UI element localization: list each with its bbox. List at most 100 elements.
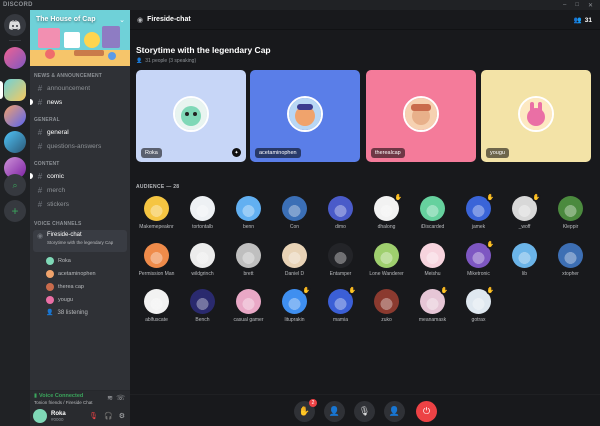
audience-member[interactable]: dimo bbox=[318, 196, 363, 238]
audience-member[interactable]: ✋ meanamask bbox=[410, 286, 455, 331]
audience-member[interactable]: tortontalb bbox=[180, 196, 225, 238]
raised-hand-icon: ✋ bbox=[486, 240, 495, 249]
audience-member-name: benn bbox=[242, 224, 255, 230]
channel-news[interactable]: # news bbox=[30, 96, 127, 108]
server-icon-house-of-cap[interactable] bbox=[4, 79, 26, 101]
audience-member[interactable]: ✋ jamek bbox=[456, 193, 501, 238]
server-icon-3[interactable] bbox=[4, 131, 26, 153]
channel-questions-answers[interactable]: # questions-answers bbox=[33, 140, 127, 152]
disconnect-icon[interactable]: ☏ bbox=[116, 394, 125, 402]
member-count[interactable]: 👥 31 bbox=[573, 16, 592, 25]
channel-comic[interactable]: # comic bbox=[30, 170, 127, 182]
audience-member[interactable]: Makemepeaknr bbox=[134, 196, 179, 238]
audience-member[interactable]: zuko bbox=[364, 289, 409, 331]
speaker-card[interactable]: yougu bbox=[481, 70, 591, 162]
voice-channel-path[interactable]: Tonion friends / Fireside Chat bbox=[34, 400, 93, 405]
audience-member[interactable]: Con bbox=[272, 196, 317, 238]
audience-member[interactable]: Bench bbox=[180, 289, 225, 331]
minimize-icon[interactable]: – bbox=[563, 2, 566, 9]
audience-member-name: Bench bbox=[195, 317, 210, 323]
audience-member[interactable]: xtopher bbox=[548, 243, 593, 285]
audience-member[interactable]: Daniel D bbox=[272, 243, 317, 285]
audience-member[interactable]: casual gamer bbox=[226, 289, 271, 331]
audience-member[interactable]: ✋ _woff bbox=[502, 193, 547, 238]
people-icon: 👤 bbox=[46, 310, 54, 316]
audience-member[interactable]: lib bbox=[502, 243, 547, 285]
audience-member[interactable]: ✋ Miketronic bbox=[456, 240, 501, 285]
audience-member-name: xtopher bbox=[562, 271, 579, 277]
voice-user[interactable]: acetaminophen bbox=[46, 268, 96, 279]
speaker-avatar bbox=[403, 96, 439, 132]
explore-servers-button[interactable]: ⌕ bbox=[4, 174, 26, 196]
channel-fireside-chat[interactable]: ◉ Fireside-chat Storytime with the legen… bbox=[33, 230, 127, 252]
audience-member-name: Makemepeaknr bbox=[139, 224, 174, 230]
server-banner[interactable]: The House of Cap ⌄ bbox=[30, 10, 130, 66]
audience-member[interactable]: Lone Wanderer bbox=[364, 243, 409, 285]
server-icon-2[interactable] bbox=[4, 105, 26, 127]
audience-member[interactable]: Entamper bbox=[318, 243, 363, 285]
mic-muted-icon[interactable]: 🎙 bbox=[89, 412, 98, 420]
audience-member-name: brett bbox=[243, 271, 254, 277]
chevron-down-icon[interactable]: ⌄ bbox=[119, 16, 125, 24]
leave-stage-button[interactable]: ⏻ bbox=[416, 401, 437, 422]
category-general[interactable]: GENERAL bbox=[34, 117, 60, 123]
audience-member[interactable]: ablfuscate bbox=[134, 289, 179, 331]
avatar-illustration bbox=[175, 98, 207, 130]
listening-count[interactable]: 👤 38 listening bbox=[46, 307, 88, 318]
voice-user[interactable]: Roka bbox=[46, 255, 71, 266]
audience-member-name: jamek bbox=[471, 224, 486, 230]
speaker-avatar bbox=[287, 96, 323, 132]
audience-member[interactable]: ✋ mamia bbox=[318, 286, 363, 331]
hash-icon: # bbox=[37, 185, 43, 195]
gear-icon[interactable]: ⚙ bbox=[119, 412, 125, 420]
audience-member-name: Permission Man bbox=[138, 271, 175, 277]
audience-member[interactable]: brett bbox=[226, 243, 271, 285]
audience-member[interactable]: Meishu bbox=[410, 243, 455, 285]
channel-label: questions-answers bbox=[47, 142, 102, 150]
voice-user[interactable]: therea cap bbox=[46, 281, 84, 292]
avatar-illustration bbox=[289, 98, 321, 130]
audience-member-name: Lone Wanderer bbox=[369, 271, 404, 277]
speaker-card[interactable]: therealcap bbox=[366, 70, 476, 162]
raised-hand-icon: ✋ bbox=[532, 193, 541, 202]
channel-general[interactable]: # general bbox=[33, 126, 127, 138]
avatar-illustration bbox=[405, 98, 437, 130]
audience-member[interactable]: ✋ dhalong bbox=[364, 193, 409, 238]
category-voice[interactable]: VOICE CHANNELS bbox=[34, 221, 82, 227]
raise-hand-button[interactable]: ✋ 2 bbox=[294, 399, 317, 422]
mic-button[interactable]: 🎙 bbox=[354, 401, 375, 422]
category-content[interactable]: CONTENT bbox=[34, 161, 60, 167]
server-icon-1[interactable] bbox=[4, 47, 26, 69]
voice-status: Voice Connected bbox=[39, 393, 84, 399]
add-server-button[interactable]: + bbox=[4, 200, 26, 222]
audience-member[interactable]: iDiscarded bbox=[410, 196, 455, 238]
category-news[interactable]: NEWS & ANNOUNCEMENT bbox=[34, 73, 102, 79]
speaker-card[interactable]: Roka ✦ bbox=[136, 70, 246, 162]
audience-member[interactable]: ✋ lituprakin bbox=[272, 286, 317, 331]
add-speaker-button[interactable]: 👤 bbox=[384, 401, 405, 422]
user-avatar[interactable] bbox=[33, 409, 47, 423]
audience-member[interactable]: wildgrinch bbox=[180, 243, 225, 285]
audience-member[interactable]: Permission Man bbox=[134, 243, 179, 285]
people-icon: 👥 bbox=[573, 17, 582, 24]
discord-home-button[interactable] bbox=[4, 14, 26, 36]
audience-member[interactable]: benn bbox=[226, 196, 271, 238]
hash-icon: # bbox=[37, 127, 43, 137]
maximize-icon[interactable]: □ bbox=[575, 2, 579, 9]
noise-suppression-icon[interactable]: ≋ bbox=[107, 394, 113, 402]
audience-member[interactable]: Kleppir bbox=[548, 196, 593, 238]
speaker-card[interactable]: acetaminophen bbox=[250, 70, 360, 162]
voice-user[interactable]: yougu bbox=[46, 294, 73, 305]
hash-icon: # bbox=[37, 199, 43, 209]
audience-member[interactable]: ✋ gotrax bbox=[456, 286, 501, 331]
close-icon[interactable]: ✕ bbox=[588, 2, 593, 9]
invite-button[interactable]: 👤 bbox=[324, 401, 345, 422]
channel-merch[interactable]: # merch bbox=[33, 184, 127, 196]
stage-subtitle-text: 31 people (3 speaking) bbox=[145, 58, 197, 64]
avatar bbox=[328, 243, 353, 268]
channel-stickers[interactable]: # stickers bbox=[33, 198, 127, 210]
headphones-icon[interactable]: 🎧 bbox=[104, 412, 113, 420]
channel-announcement[interactable]: # announcement bbox=[33, 82, 127, 94]
listening-label: 38 listening bbox=[57, 309, 88, 316]
stage-controls: ✋ 2 👤 🎙 👤 ⏻ bbox=[130, 394, 600, 426]
